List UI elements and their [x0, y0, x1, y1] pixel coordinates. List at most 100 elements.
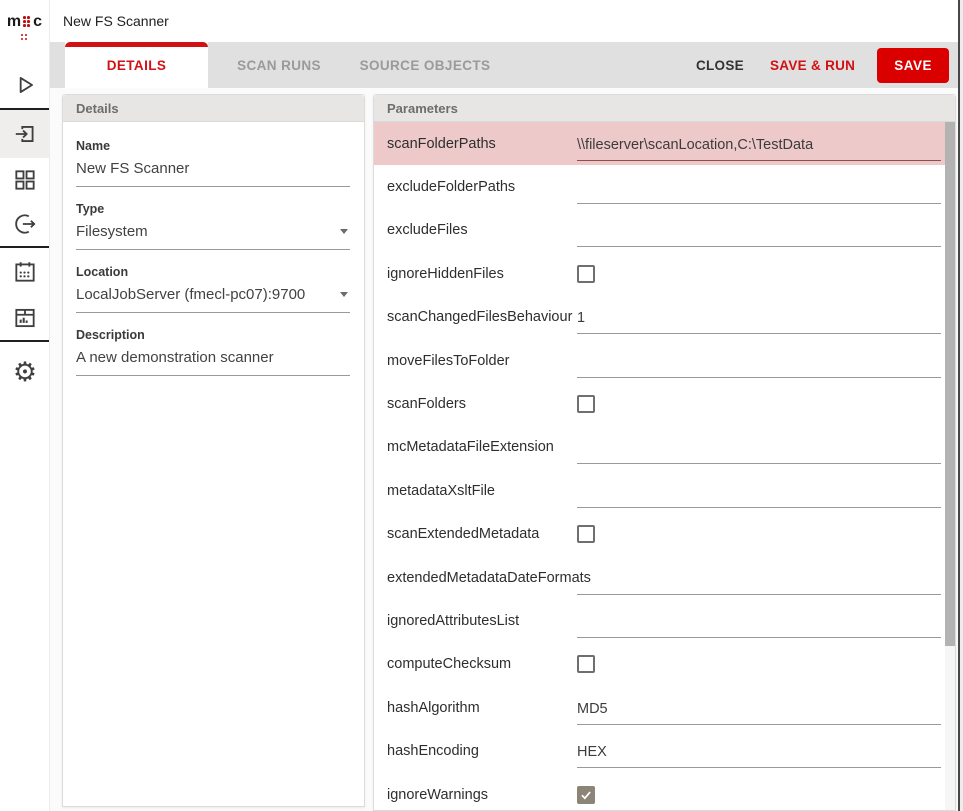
- tab-scan-runs[interactable]: SCAN RUNS: [208, 42, 350, 88]
- param-row-metadataXsltFile: metadataXsltFile: [374, 469, 955, 512]
- param-row-computeChecksum: computeChecksum: [374, 643, 955, 686]
- param-row-scanFolderPaths: scanFolderPaths\\fileserver\scanLocation…: [374, 122, 955, 165]
- sidebar-item-reports[interactable]: [0, 296, 50, 340]
- param-control: [577, 609, 941, 633]
- param-row-hashAlgorithm: hashAlgorithmMD5: [374, 686, 955, 729]
- save-button[interactable]: SAVE: [877, 48, 949, 83]
- sign-out-icon: [12, 211, 38, 237]
- parameters-panel-header: Parameters: [374, 95, 955, 122]
- field-select[interactable]: Filesystem: [76, 221, 350, 250]
- param-label: scanFolders: [387, 396, 577, 412]
- content-area: Details NameNew FS ScannerTypeFilesystem…: [50, 88, 963, 811]
- param-control: [577, 395, 941, 413]
- param-input[interactable]: MD5: [577, 701, 941, 725]
- sidebar-item-scanners-selected[interactable]: [0, 110, 50, 158]
- grid-icon: [12, 167, 38, 193]
- details-field-location: LocationLocalJobServer (fmecl-pc07):9700: [76, 265, 350, 313]
- param-row-ignoredAttributesList: ignoredAttributesList: [374, 599, 955, 642]
- sidebar-item-run[interactable]: [0, 62, 50, 108]
- logo-tail-dots-icon: [21, 34, 29, 41]
- tab-bar: DETAILS SCAN RUNS SOURCE OBJECTS CLOSE S…: [50, 42, 963, 88]
- action-buttons: CLOSE SAVE & RUN SAVE: [686, 42, 963, 88]
- param-checkbox[interactable]: [577, 655, 595, 673]
- scrollbar-thumb[interactable]: [945, 122, 955, 646]
- field-input[interactable]: A new demonstration scanner: [76, 347, 350, 376]
- sidebar-item-schedule[interactable]: [0, 248, 50, 296]
- save-and-run-button[interactable]: SAVE & RUN: [760, 49, 865, 82]
- param-label: metadataXsltFile: [387, 483, 577, 499]
- param-label: scanFolderPaths: [387, 136, 577, 152]
- field-select[interactable]: LocalJobServer (fmecl-pc07):9700: [76, 284, 350, 313]
- param-input[interactable]: [577, 354, 941, 378]
- app-logo: m c: [0, 0, 49, 58]
- field-input[interactable]: New FS Scanner: [76, 158, 350, 187]
- main-area: New FS Scanner DETAILS SCAN RUNS SOURCE …: [50, 0, 963, 811]
- details-body: NameNew FS ScannerTypeFilesystemLocation…: [63, 122, 364, 376]
- param-label: extendedMetadataDateFormats: [387, 570, 577, 586]
- parameters-body: scanFolderPaths\\fileserver\scanLocation…: [374, 122, 955, 811]
- param-control: 1: [577, 305, 941, 329]
- tab-source-objects[interactable]: SOURCE OBJECTS: [350, 42, 500, 88]
- param-row-scanChangedFilesBehaviour: scanChangedFilesBehaviour1: [374, 296, 955, 339]
- param-checkbox[interactable]: [577, 395, 595, 413]
- field-value-text: New FS Scanner: [76, 160, 189, 177]
- param-checkbox[interactable]: [577, 525, 595, 543]
- param-label: ignoreHiddenFiles: [387, 266, 577, 282]
- tab-details[interactable]: DETAILS: [65, 42, 208, 88]
- logo-dots-icon: [23, 16, 31, 28]
- param-control: [577, 218, 941, 242]
- field-value-text: LocalJobServer (fmecl-pc07):9700: [76, 286, 305, 303]
- param-control: HEX: [577, 739, 941, 763]
- param-label: hashAlgorithm: [387, 700, 577, 716]
- param-control: [577, 525, 941, 543]
- sidebar-divider: [0, 340, 49, 342]
- close-button[interactable]: CLOSE: [686, 49, 754, 82]
- details-field-name: Name New FS Scanner: [76, 139, 350, 187]
- param-label: ignoreWarnings: [387, 787, 577, 803]
- scanner-dialog: m c: [0, 0, 963, 811]
- details-field-description: DescriptionA new demonstration scanner: [76, 328, 350, 376]
- param-row-ignoreWarnings: ignoreWarnings: [374, 773, 955, 811]
- tab-label: DETAILS: [107, 58, 167, 73]
- param-control: [577, 655, 941, 673]
- sidebar-item-export[interactable]: [0, 202, 50, 246]
- param-control: [577, 435, 941, 459]
- param-input[interactable]: [577, 223, 941, 247]
- param-input[interactable]: 1: [577, 310, 941, 334]
- field-label: Name: [76, 139, 350, 153]
- sidebar-item-apps[interactable]: [0, 158, 50, 202]
- param-label: computeChecksum: [387, 656, 577, 672]
- param-input[interactable]: [577, 571, 941, 595]
- param-label: hashEncoding: [387, 743, 577, 759]
- param-row-moveFilesToFolder: moveFilesToFolder: [374, 339, 955, 382]
- param-row-excludeFolderPaths: excludeFolderPaths: [374, 165, 955, 208]
- param-value-text: 1: [577, 310, 585, 326]
- param-row-mcMetadataFileExtension: mcMetadataFileExtension: [374, 426, 955, 469]
- page-title: New FS Scanner: [63, 13, 169, 29]
- param-value-text: MD5: [577, 701, 608, 717]
- logo-letter-c: c: [33, 13, 42, 31]
- param-row-hashEncoding: hashEncodingHEX: [374, 729, 955, 772]
- param-control: \\fileserver\scanLocation,C:\TestData: [577, 132, 941, 156]
- field-value-text: A new demonstration scanner: [76, 349, 274, 366]
- param-control: [577, 786, 941, 804]
- param-checkbox[interactable]: [577, 265, 595, 283]
- param-input[interactable]: [577, 484, 941, 508]
- param-input[interactable]: \\fileserver\scanLocation,C:\TestData: [577, 137, 941, 161]
- param-label: scanChangedFilesBehaviour: [387, 309, 577, 325]
- param-input[interactable]: [577, 440, 941, 464]
- param-input[interactable]: [577, 180, 941, 204]
- param-checkbox[interactable]: [577, 786, 595, 804]
- param-row-excludeFiles: excludeFiles: [374, 209, 955, 252]
- param-control: [577, 479, 941, 503]
- param-input[interactable]: [577, 614, 941, 638]
- field-value-text: Filesystem: [76, 223, 148, 240]
- sign-in-icon: [12, 121, 38, 147]
- param-label: mcMetadataFileExtension: [387, 439, 577, 455]
- logo-letter-m: m: [7, 13, 21, 31]
- param-input[interactable]: HEX: [577, 744, 941, 768]
- sidebar-item-settings[interactable]: ⚙: [0, 346, 50, 398]
- param-label: excludeFiles: [387, 222, 577, 238]
- param-control: [577, 175, 941, 199]
- tab-label: SOURCE OBJECTS: [360, 58, 491, 73]
